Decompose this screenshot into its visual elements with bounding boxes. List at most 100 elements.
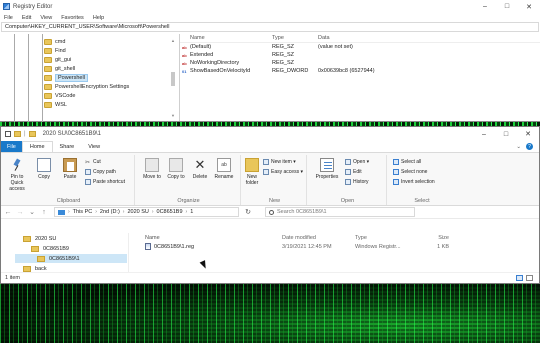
string-value-icon: ab <box>182 45 187 50</box>
explorer-body: 2020 SU 0C8651B9 0C8651B9\1 back Name Da… <box>1 233 539 273</box>
rename-button[interactable]: ab Rename <box>213 158 235 180</box>
select-all-button[interactable]: Select all <box>393 158 421 166</box>
close-button[interactable]: ✕ <box>517 128 539 141</box>
column-size[interactable]: Size <box>419 235 449 241</box>
menu-view[interactable]: View <box>40 15 52 21</box>
edit-button[interactable]: Edit <box>345 168 362 176</box>
delete-button[interactable]: ✕ Delete <box>189 157 211 181</box>
forward-arrow-icon[interactable]: → <box>16 209 24 216</box>
breadcrumb-2020-su[interactable]: 2020 SU <box>127 209 148 215</box>
refresh-icon[interactable]: ↻ <box>243 207 253 217</box>
easy-access-button[interactable]: Easy access ▾ <box>263 168 303 176</box>
properties-button[interactable]: Properties <box>313 158 341 180</box>
history-button[interactable]: History <box>345 178 369 186</box>
breadcrumb-this-pc[interactable]: This PC <box>73 209 93 215</box>
back-arrow-icon[interactable]: ← <box>4 209 12 216</box>
breadcrumb-subfolder[interactable]: 1 <box>190 209 193 215</box>
quick-access-folder-icon[interactable] <box>14 131 21 137</box>
column-type[interactable]: Type <box>355 235 419 241</box>
registry-key-tree: cmd Find git_gui git_shell Powershell Po… <box>0 34 180 122</box>
nav-item-label: back <box>35 265 47 272</box>
tab-file[interactable]: File <box>1 141 22 152</box>
copy-to-button[interactable]: Copy to <box>165 158 187 180</box>
nav-item-folder[interactable]: 0C8651B9 <box>31 244 69 253</box>
nav-item-2020-su[interactable]: 2020 SU <box>23 234 56 243</box>
breadcrumb-folder[interactable]: 0C8651B9 <box>157 209 183 215</box>
column-name[interactable]: Name <box>145 235 282 241</box>
column-name[interactable]: Name <box>180 35 272 41</box>
tree-key-encryption[interactable]: PowershellEncryption Settings <box>44 83 129 91</box>
scroll-up-icon[interactable]: ▲ <box>170 38 176 43</box>
breadcrumb-drive[interactable]: 2nd (D:) <box>100 209 120 215</box>
tree-key-wsl[interactable]: WSL <box>44 101 67 109</box>
open-group-label: Open <box>340 198 355 204</box>
address-breadcrumb[interactable]: › This PC › 2nd (D:) › 2020 SU › 0C8651B… <box>54 207 239 217</box>
search-input[interactable]: Search 0C8651B9\1 <box>265 207 415 217</box>
tree-key-find[interactable]: Find <box>44 47 66 55</box>
scroll-thumb[interactable] <box>171 72 175 86</box>
tab-home[interactable]: Home <box>21 141 53 152</box>
regedit-address-bar[interactable]: Computer\HKEY_CURRENT_USER\Software\Micr… <box>1 22 539 32</box>
column-data[interactable]: Data <box>318 35 540 41</box>
menu-edit[interactable]: Edit <box>22 15 31 21</box>
string-value-icon: ab <box>182 53 187 58</box>
menu-favorites[interactable]: Favorites <box>61 15 84 21</box>
tree-key-vscode[interactable]: VSCode <box>44 92 76 100</box>
help-icon[interactable]: ? <box>526 143 533 150</box>
column-type[interactable]: Type <box>272 35 318 41</box>
recent-locations-icon[interactable]: ⌄ <box>28 208 36 216</box>
open-button[interactable]: Open ▾ <box>345 158 369 166</box>
folder-icon <box>44 93 52 99</box>
delete-icon: ✕ <box>194 157 206 172</box>
minimize-button[interactable]: – <box>474 0 496 13</box>
close-button[interactable]: ✕ <box>518 0 540 13</box>
details-view-icon[interactable] <box>516 275 523 281</box>
invert-selection-button[interactable]: Invert selection <box>393 178 435 186</box>
tree-key-powershell[interactable]: Powershell <box>44 74 88 82</box>
tree-key-git-shell[interactable]: git_shell <box>44 65 75 73</box>
scroll-down-icon[interactable]: ▼ <box>170 113 176 118</box>
new-folder-button[interactable]: New folder <box>241 158 263 186</box>
value-data: 0x00639bc8 (6527944) <box>318 68 375 74</box>
value-type: REG_SZ <box>272 44 295 50</box>
paste-button[interactable]: Paste <box>59 158 81 180</box>
copy-button[interactable]: Copy <box>33 158 55 180</box>
menu-file[interactable]: File <box>4 15 13 21</box>
tree-scrollbar[interactable]: ▲ ▼ <box>170 38 176 118</box>
group-open: Properties Open ▾ Edit History Open <box>309 155 387 205</box>
cut-button[interactable]: ✂ Cut <box>85 158 101 166</box>
properties-icon <box>320 158 334 172</box>
file-name: 0C8651B9\1.reg <box>154 243 195 250</box>
move-to-button[interactable]: Move to <box>141 158 163 180</box>
file-row[interactable]: 0C8651B9\1.reg 3/19/2021 12:45 PM Window… <box>129 242 539 251</box>
chevron-down-icon[interactable]: ⌄ <box>516 144 521 150</box>
file-date: 3/19/2021 12:45 PM <box>282 243 332 250</box>
registry-editor-window: Registry Editor – □ ✕ File Edit View Fav… <box>0 0 540 122</box>
column-date-modified[interactable]: Date modified <box>282 235 355 241</box>
tree-key-label: WSL <box>55 102 67 108</box>
copy-path-button[interactable]: Copy path <box>85 168 116 176</box>
value-row[interactable]: 01 ShowBasedOnVelocityId REG_DWORD 0x0063… <box>180 67 540 75</box>
tab-view[interactable]: View <box>81 141 107 152</box>
minimize-button[interactable]: – <box>473 128 495 141</box>
maximize-button[interactable]: □ <box>496 0 518 13</box>
breadcrumb-separator: › <box>68 209 70 215</box>
large-icons-view-icon[interactable] <box>526 275 533 281</box>
value-row[interactable]: ab NoWorkingDirectory REG_SZ <box>180 59 540 67</box>
maximize-button[interactable]: □ <box>495 128 517 141</box>
registry-values-list: Name Type Data ab (Default) REG_SZ (value… <box>180 34 540 121</box>
value-row[interactable]: ab (Default) REG_SZ (value not set) <box>180 43 540 51</box>
up-arrow-icon[interactable]: ↑ <box>40 209 48 216</box>
tree-key-git-gui[interactable]: git_gui <box>44 56 71 64</box>
value-row[interactable]: ab Extended REG_SZ <box>180 51 540 59</box>
folder-icon <box>44 84 52 90</box>
menu-help[interactable]: Help <box>93 15 104 21</box>
quick-access-properties-icon[interactable] <box>5 131 11 137</box>
new-item-button[interactable]: New item ▾ <box>263 158 296 166</box>
select-none-button[interactable]: Select none <box>393 168 427 176</box>
tree-key-cmd[interactable]: cmd <box>44 38 65 46</box>
pin-quick-access-button[interactable]: Pin to Quick access <box>5 158 29 192</box>
paste-shortcut-button[interactable]: Paste shortcut <box>85 178 125 186</box>
tab-share[interactable]: Share <box>53 141 82 152</box>
nav-item-selected-folder[interactable]: 0C8651B9\1 <box>15 254 127 263</box>
